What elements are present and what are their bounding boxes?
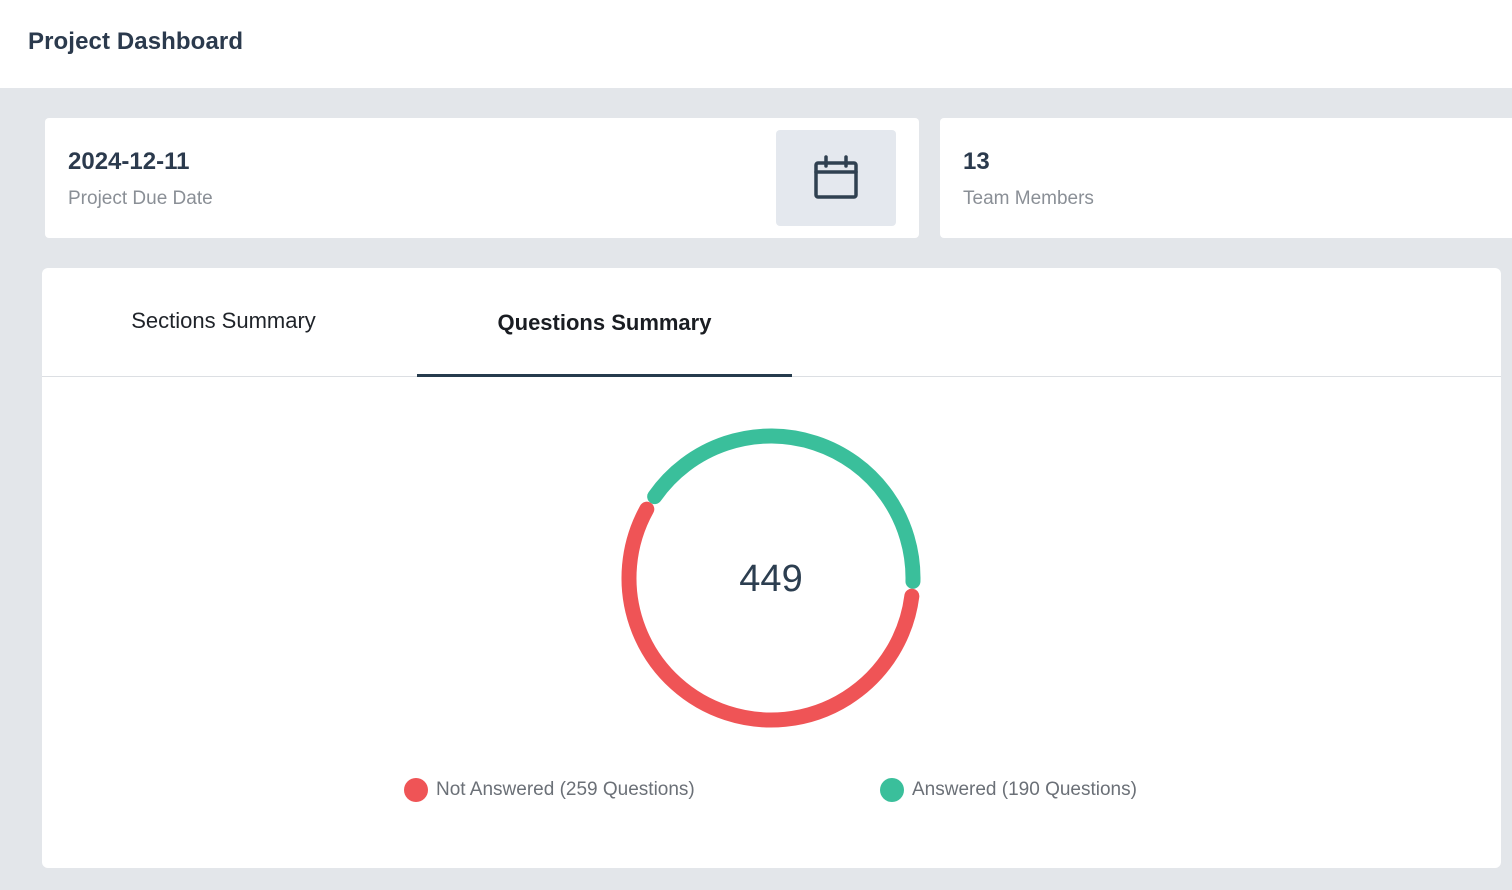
team-members-card: 13 Team Members <box>940 118 1512 238</box>
calendar-icon-box <box>776 130 896 226</box>
summary-panel: Sections Summary Questions Summary 449 N… <box>42 268 1501 868</box>
questions-donut-chart: 449 <box>621 428 921 728</box>
answered-dot <box>880 778 904 802</box>
legend-not-answered-label: Not Answered (259 Questions) <box>436 779 695 800</box>
team-members-value: 13 <box>963 148 990 175</box>
calendar-icon <box>814 155 858 199</box>
due-date-label: Project Due Date <box>68 188 213 209</box>
legend-item-not-answered[interactable]: Not Answered (259 Questions) <box>404 778 695 802</box>
not-answered-dot <box>404 778 428 802</box>
team-members-label: Team Members <box>963 188 1094 209</box>
page-title: Project Dashboard <box>28 28 244 55</box>
not-answered-slice[interactable] <box>621 501 920 728</box>
due-date-card: 2024-12-11 Project Due Date <box>45 118 919 238</box>
donut-center-total: 449 <box>739 558 802 600</box>
top-bar: Project Dashboard <box>0 0 1512 88</box>
legend-item-answered[interactable]: Answered (190 Questions) <box>880 778 1137 802</box>
legend-answered-label: Answered (190 Questions) <box>912 779 1137 800</box>
due-date-value: 2024-12-11 <box>68 148 190 175</box>
